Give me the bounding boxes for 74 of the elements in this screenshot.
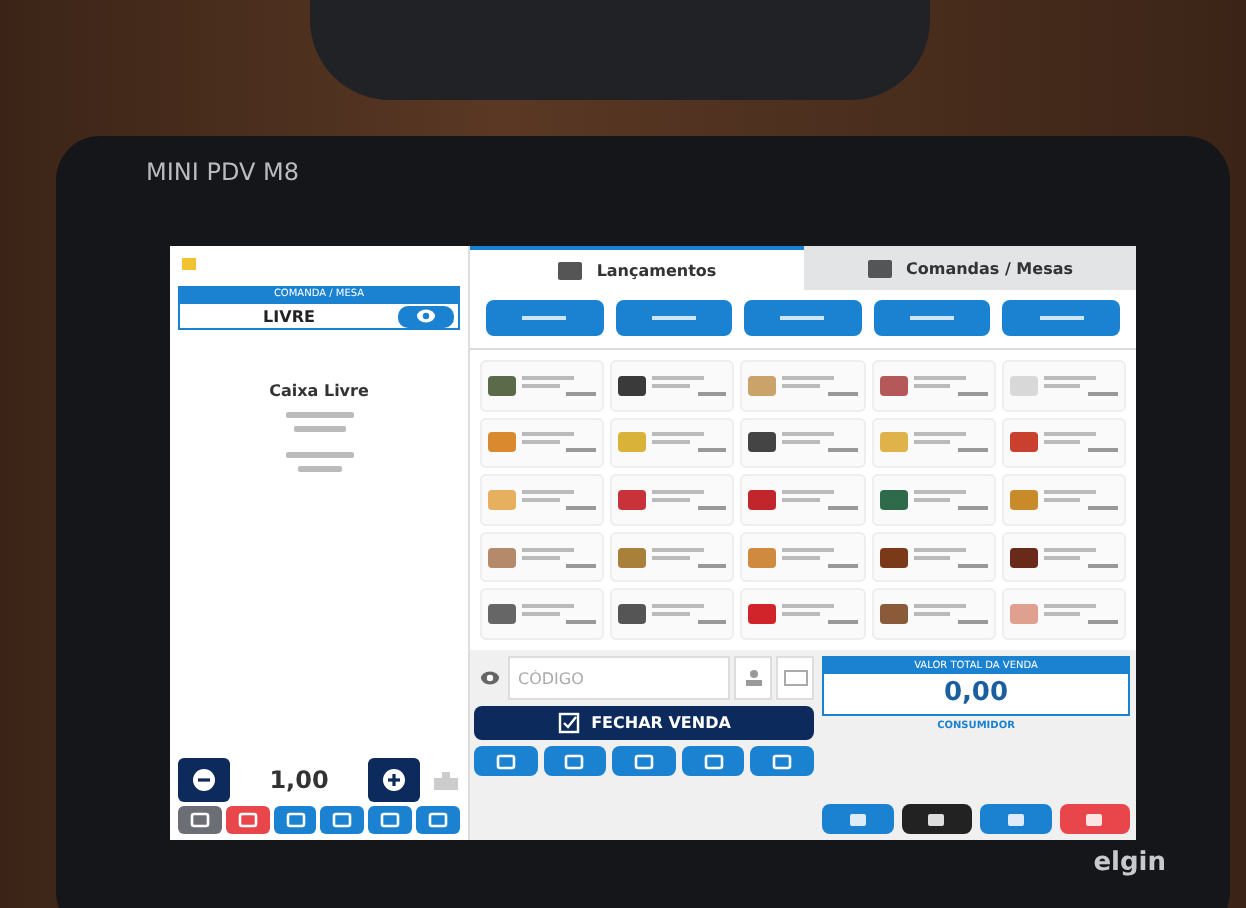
brand-logo: elgin (1093, 848, 1166, 878)
total-value: 0,00 (941, 676, 1011, 712)
minus-icon (192, 768, 216, 792)
illegible-text (293, 426, 345, 432)
square-icon (1005, 811, 1026, 827)
illegible-text (285, 452, 353, 458)
window-icon (495, 753, 516, 769)
tool-button[interactable] (750, 746, 814, 776)
product-card[interactable] (740, 417, 866, 469)
window-icon (633, 753, 654, 769)
category-button[interactable] (486, 300, 604, 336)
tool-button[interactable] (416, 806, 460, 834)
window-icon (189, 812, 210, 828)
folder-icon (182, 258, 196, 270)
window-icon (564, 753, 585, 769)
product-card[interactable] (1001, 531, 1126, 583)
model-label: MINI PDV M8 (146, 156, 299, 190)
product-card[interactable] (610, 588, 735, 640)
tool-button[interactable] (368, 806, 413, 834)
tool-button[interactable] (273, 806, 317, 834)
product-card[interactable] (740, 588, 866, 640)
product-card[interactable] (740, 474, 866, 526)
eye-icon (480, 670, 500, 686)
cashier-title: Caixa Livre (269, 382, 369, 400)
tool-button[interactable] (543, 746, 607, 776)
product-card[interactable] (871, 474, 996, 526)
tab-icon (556, 259, 585, 281)
window-icon (703, 753, 724, 769)
category-button[interactable] (615, 300, 733, 336)
tool-button[interactable] (178, 806, 222, 834)
product-card[interactable] (871, 531, 996, 583)
checkbox-icon (557, 712, 580, 734)
person-icon (743, 668, 763, 688)
plus-button[interactable] (368, 758, 420, 802)
window-icon (428, 812, 449, 828)
category-button[interactable] (873, 300, 991, 336)
square-icon (1084, 811, 1105, 827)
tool-button[interactable] (612, 746, 676, 776)
tab[interactable]: Comandas / Mesas (803, 246, 1136, 290)
window-icon (237, 812, 258, 828)
eye-icon (416, 308, 436, 324)
table-status: LIVRE (261, 307, 317, 325)
customer-button[interactable] (734, 656, 772, 700)
product-card[interactable] (871, 588, 996, 640)
illegible-text (297, 466, 341, 472)
tab[interactable]: Lançamentos (470, 246, 803, 290)
tab-icon (866, 257, 894, 279)
scale-icon (432, 769, 460, 791)
action-button[interactable] (901, 804, 972, 834)
keyboard-icon (783, 670, 807, 686)
keyboard-button[interactable] (776, 656, 814, 700)
square-icon (926, 811, 947, 827)
product-card[interactable] (610, 474, 735, 526)
tool-button[interactable] (474, 746, 538, 776)
window-icon (772, 753, 793, 769)
tool-button[interactable] (681, 746, 745, 776)
quantity-value: 1,00 (267, 766, 331, 794)
illegible-text (285, 412, 353, 418)
product-card[interactable] (480, 588, 605, 640)
tool-button[interactable] (225, 806, 270, 834)
window-icon (332, 812, 353, 828)
product-card[interactable] (610, 360, 735, 412)
product-card[interactable] (480, 360, 605, 412)
category-button[interactable] (1002, 300, 1120, 336)
window-icon (285, 812, 306, 828)
plus-icon (382, 768, 406, 792)
eye-button[interactable] (398, 305, 454, 327)
category-button[interactable] (744, 300, 862, 336)
square-icon (847, 811, 868, 827)
close-sale-button[interactable]: FECHAR VENDA (474, 706, 814, 740)
minus-button[interactable] (178, 758, 230, 802)
product-card[interactable] (1001, 417, 1126, 469)
tool-button[interactable] (320, 806, 365, 834)
window-icon (380, 812, 401, 828)
